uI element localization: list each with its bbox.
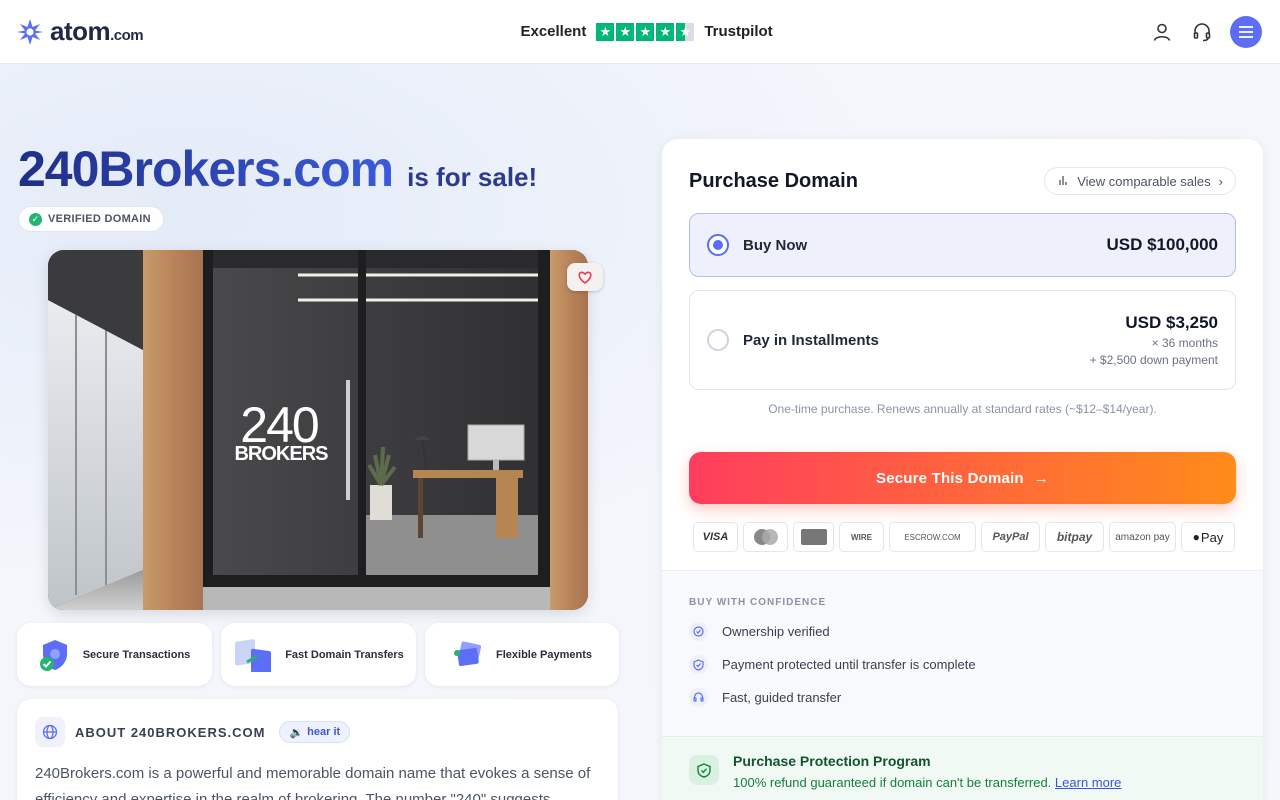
hear-it-button[interactable]: 🔉 hear it	[279, 721, 351, 743]
star-icon: ★	[636, 22, 655, 41]
speaker-icon: 🔉	[289, 726, 304, 739]
protection-title: Purchase Protection Program	[733, 753, 931, 769]
installment-term: × 36 months	[1151, 336, 1218, 350]
radio-selected[interactable]	[707, 234, 729, 256]
svg-text:BROKERS: BROKERS	[234, 443, 328, 465]
confidence-item: Fast, guided transfer	[689, 688, 1236, 707]
verified-domain-badge: ✓ VERIFIED DOMAIN	[18, 206, 164, 232]
installment-down-payment: + $2,500 down payment	[1089, 353, 1218, 367]
about-domain-section: ABOUT 240BROKERS.COM 🔉 hear it 240Broker…	[17, 699, 618, 800]
atom-logo[interactable]: atom.com	[16, 16, 144, 47]
rating-brand: Trustpilot	[704, 23, 773, 40]
globe-icon	[35, 717, 65, 747]
transfer-icon	[235, 638, 272, 672]
buy-now-price: USD $100,000	[1106, 235, 1218, 254]
menu-button[interactable]	[1230, 15, 1262, 48]
secure-domain-button[interactable]: Secure This Domain →	[689, 452, 1236, 504]
logo-text: atom.com	[50, 16, 144, 46]
wire-transfer-icon: WIRE	[839, 522, 884, 552]
card-icon	[454, 640, 482, 666]
apple-pay-icon: ● Pay	[1181, 522, 1235, 552]
hamburger-icon	[1239, 25, 1253, 38]
buy-now-option[interactable]: Buy Now USD $100,000	[689, 213, 1236, 277]
domain-showcase-image: 240 BROKERS	[48, 250, 588, 610]
domain-name: 240Brokers.com	[18, 141, 394, 197]
half-star-icon: ★	[676, 22, 695, 41]
payment-methods: VISA WIRE ESCROW.COM PayPal bitpay amazo…	[689, 522, 1236, 552]
confidence-item: Payment protected until transfer is comp…	[689, 655, 1236, 674]
headset-support-icon[interactable]	[1190, 20, 1214, 44]
renewal-note: One-time purchase. Renews annually at st…	[768, 402, 1157, 416]
shield-check-icon	[689, 655, 708, 674]
trustpilot-rating[interactable]: Excellent ★ ★ ★ ★ ★ Trustpilot	[520, 22, 773, 41]
240-brokers-logo: 240 BROKERS	[234, 397, 329, 465]
feature-secure-transactions: Secure Transactions	[17, 623, 212, 686]
domain-headline: 240Brokers.com is for sale!	[18, 140, 537, 198]
feature-fast-transfers: Fast Domain Transfers	[221, 623, 416, 686]
visa-icon: VISA	[693, 522, 738, 552]
view-comparable-sales-button[interactable]: View comparable sales ›	[1044, 167, 1236, 195]
installment-price: USD $3,250	[1125, 313, 1218, 332]
for-sale-text: is for sale!	[407, 162, 538, 192]
buy-with-confidence: BUY WITH CONFIDENCE Ownership verified P…	[662, 571, 1263, 751]
purchase-protection: Purchase Protection Program 100% refund …	[662, 736, 1263, 800]
amex-icon	[793, 522, 834, 552]
star-icon: ★	[616, 22, 635, 41]
protection-text: 100% refund guaranteed if domain can't b…	[733, 775, 1122, 790]
purchase-title: Purchase Domain	[689, 169, 858, 192]
learn-more-link[interactable]: Learn more	[1055, 775, 1121, 790]
shield-check-icon	[689, 755, 719, 785]
mastercard-icon	[743, 522, 788, 552]
shield-icon	[39, 639, 67, 671]
radio-unselected[interactable]	[707, 329, 729, 351]
installments-option[interactable]: Pay in Installments USD $3,250 × 36 mont…	[689, 290, 1236, 390]
chevron-right-icon: ›	[1218, 173, 1223, 189]
bitpay-icon: bitpay	[1045, 522, 1104, 552]
about-description: 240Brokers.com is a powerful and memorab…	[35, 765, 591, 800]
bar-chart-icon	[1057, 174, 1069, 189]
rating-stars: ★ ★ ★ ★ ★	[596, 22, 695, 41]
check-circle-icon	[689, 622, 708, 641]
atom-star-icon	[17, 18, 43, 45]
escrow-icon: ESCROW.COM	[889, 522, 976, 552]
confidence-item: Ownership verified	[689, 622, 1236, 641]
headset-icon	[689, 688, 708, 707]
star-icon: ★	[596, 22, 615, 41]
favorite-heart-button[interactable]	[567, 263, 603, 291]
check-icon: ✓	[29, 212, 42, 226]
feature-flexible-payments: Flexible Payments	[425, 623, 619, 686]
top-header: atom.com Excellent ★ ★ ★ ★ ★ Trustpilot	[0, 0, 1280, 64]
about-title: ABOUT 240BROKERS.COM	[75, 724, 266, 740]
amazon-pay-icon: amazon pay	[1109, 522, 1176, 552]
purchase-card: Purchase Domain View comparable sales › …	[662, 139, 1263, 800]
rating-label: Excellent	[520, 23, 587, 40]
user-icon[interactable]	[1150, 20, 1174, 44]
paypal-icon: PayPal	[981, 522, 1040, 552]
star-icon: ★	[656, 22, 675, 41]
heart-icon	[578, 271, 592, 284]
arrow-right-icon: →	[1033, 469, 1049, 487]
